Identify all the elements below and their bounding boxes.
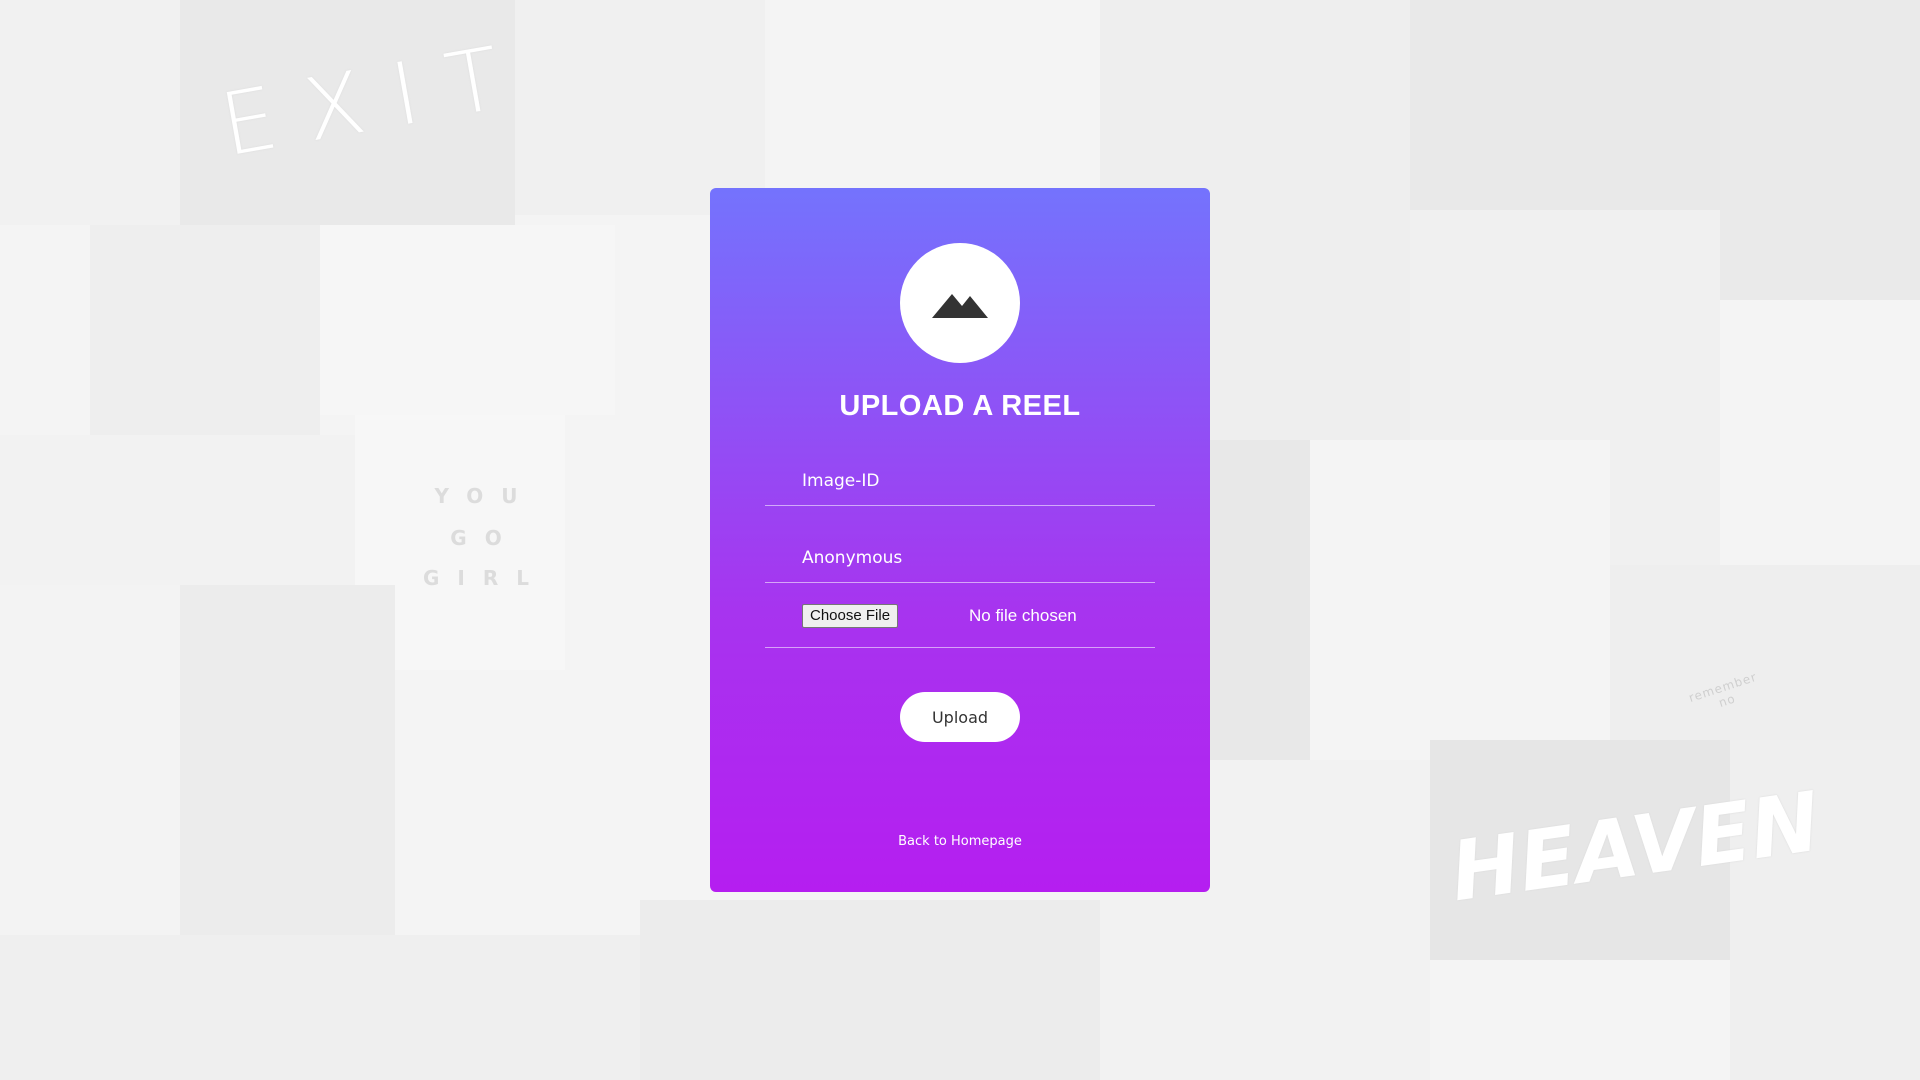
collage-tile	[1310, 440, 1610, 740]
letter-board-line: GIRL	[422, 566, 547, 590]
collage-tile	[180, 585, 395, 935]
collage-tile	[0, 585, 180, 935]
upload-button[interactable]: Upload	[900, 692, 1020, 742]
collage-tile	[1410, 0, 1720, 210]
upload-card: UPLOAD A REEL Choose File No file chosen…	[710, 188, 1210, 892]
collage-tile	[1610, 565, 1920, 740]
choose-file-button[interactable]: Choose File	[802, 604, 899, 628]
back-to-homepage-link[interactable]: Back to Homepage	[710, 834, 1210, 849]
page-title: UPLOAD A REEL	[839, 390, 1081, 422]
collage-tile	[1720, 0, 1920, 300]
collage-tile	[90, 225, 320, 435]
collage-tile	[640, 900, 1100, 1080]
image-id-field	[765, 454, 1155, 506]
collage-tile	[0, 935, 640, 1080]
collage-tile	[320, 225, 615, 415]
collage-tile	[0, 435, 355, 585]
collage-tile	[0, 0, 180, 225]
name-input[interactable]	[802, 544, 1142, 572]
mountain-icon	[932, 294, 988, 318]
letter-board-line: GO	[450, 526, 520, 550]
file-input: Choose File No file chosen	[765, 602, 1155, 648]
name-field	[765, 531, 1155, 583]
avatar	[900, 243, 1020, 363]
collage-tile	[515, 0, 765, 215]
letter-board-line: YOU	[434, 484, 536, 508]
file-status: No file chosen	[969, 606, 1077, 625]
image-id-input[interactable]	[802, 467, 1142, 495]
